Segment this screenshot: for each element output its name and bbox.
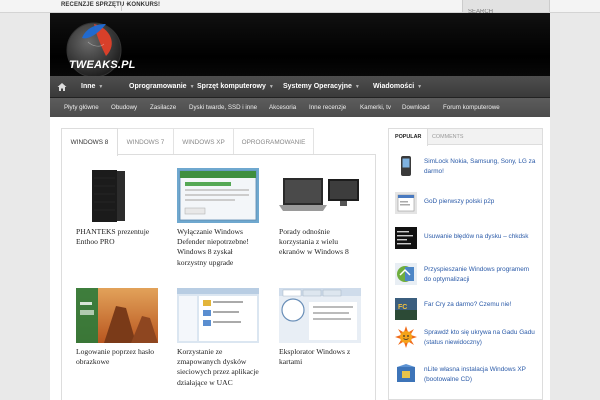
nav-item-label: Inne	[81, 83, 96, 90]
topbar-link-konkurs[interactable]: Konkurs!	[127, 2, 160, 8]
search-box	[462, 0, 550, 18]
post-item[interactable]: Logowanie poprzez hasło obrazkowe	[76, 288, 162, 367]
main-navigation: Inne ▼ Oprogramowanie ▼ Sprzęt komputerowy…	[50, 76, 550, 98]
subnav-item-forum[interactable]: Forum komputerowe	[443, 98, 500, 117]
nav-item-oprogramowanie[interactable]: Oprogramowanie ▼	[129, 76, 195, 98]
home-icon[interactable]	[57, 82, 67, 92]
tab-windows-7[interactable]: WINDOWS 7	[117, 128, 174, 155]
installer-icon	[395, 363, 417, 385]
list-item[interactable]: Sprawdź kto się ukrywa na Gadu Gadu (sta…	[395, 326, 541, 356]
post-item[interactable]: Eksplorator Windows z kartami	[279, 288, 365, 367]
nav-item-label: Systemy Operacyjne	[283, 83, 352, 90]
sidebar-item-link[interactable]: Usuwanie błędów na dysku – chkdsk	[424, 232, 536, 242]
post-title[interactable]: Porady odnośnie korzystania z wielu ekra…	[279, 227, 365, 258]
post-item[interactable]: Wyłączanie Windows Defender niepotrzebne…	[177, 168, 263, 268]
sidebar-item-link[interactable]: GoD pierwszy polski p2p	[424, 197, 536, 207]
subnav-item-dyski[interactable]: Dyski twarde, SSD i inne	[189, 98, 257, 117]
logo-text: TWEAKS.PL	[69, 59, 136, 71]
tab-popular[interactable]: POPULAR	[389, 129, 429, 146]
subnav-item-kamerki[interactable]: Kamerki, tv	[360, 98, 391, 117]
post-item[interactable]: Korzystanie ze zmapowanych dysków siecio…	[177, 288, 263, 388]
nav-item-systemy[interactable]: Systemy Operacyjne ▼	[283, 76, 360, 98]
list-item[interactable]: SimLock Nokia, Samsung, Sony, LG za darm…	[395, 155, 541, 185]
sidebar-item-link[interactable]: Przyspieszanie Windows programem do opty…	[424, 265, 536, 284]
post-item[interactable]: PHANTEKS prezentuje Enthoo PRO	[76, 168, 162, 247]
sidebar-tabs: POPULAR COMMENTS	[389, 129, 542, 146]
chevron-down-icon: ▼	[417, 84, 423, 90]
chevron-down-icon: ▼	[268, 84, 274, 90]
list-item[interactable]: GoD pierwszy polski p2p	[395, 192, 541, 222]
chevron-down-icon: ▼	[354, 84, 360, 90]
post-thumbnail[interactable]	[177, 288, 259, 343]
nav-item-sprzet[interactable]: Sprzęt komputerowy ▼	[197, 76, 274, 98]
list-item[interactable]: Przyspieszanie Windows programem do opty…	[395, 263, 541, 293]
post-thumbnail[interactable]	[76, 288, 158, 343]
sidebar-item-link[interactable]: Far Cry za darmo? Czemu nie!	[424, 300, 536, 310]
tab-windows-xp[interactable]: WINDOWS XP	[173, 128, 234, 155]
sub-navigation: Płyty główne Obudowy Zasilacze Dyski twa…	[50, 98, 550, 117]
post-title[interactable]: Wyłączanie Windows Defender niepotrzebne…	[177, 227, 263, 268]
subnav-item-akcesoria[interactable]: Akcesoria	[269, 98, 296, 117]
terminal-icon	[395, 227, 417, 249]
gadu-gadu-sun-icon	[395, 326, 417, 348]
nav-item-inne[interactable]: Inne ▼	[81, 76, 103, 98]
subnav-item-zasilacze[interactable]: Zasilacze	[150, 98, 176, 117]
subnav-item-download[interactable]: Download	[402, 98, 430, 117]
post-thumbnail[interactable]	[76, 168, 158, 223]
topbar-link-recenzje[interactable]: Recenzje sprzętu▼	[61, 2, 130, 8]
tab-comments[interactable]: COMMENTS	[426, 129, 469, 145]
phone-icon	[395, 155, 417, 177]
top-bar: Recenzje sprzętu▼ Konkurs!	[0, 0, 600, 18]
svg-text:FC: FC	[398, 304, 407, 311]
chevron-down-icon: ▼	[98, 84, 104, 90]
topbar-link-label: Recenzje sprzętu	[61, 2, 125, 8]
app-window-icon	[395, 192, 417, 214]
game-icon: FC	[395, 298, 417, 320]
subnav-item-obudowy[interactable]: Obudowy	[111, 98, 137, 117]
post-thumbnail[interactable]	[177, 168, 259, 223]
tab-windows-8[interactable]: WINDOWS 8	[61, 128, 118, 156]
post-title[interactable]: Eksplorator Windows z kartami	[279, 347, 365, 367]
post-title[interactable]: Korzystanie ze zmapowanych dysków siecio…	[177, 347, 263, 388]
subnav-item-plyty[interactable]: Płyty główne	[64, 98, 99, 117]
chevron-down-icon: ▼	[189, 84, 195, 90]
post-item[interactable]: Porady odnośnie korzystania z wielu ekra…	[279, 168, 365, 258]
nav-item-label: Wiadomości	[373, 83, 415, 90]
sidebar-item-link[interactable]: Sprawdź kto się ukrywa na Gadu Gadu (sta…	[424, 328, 536, 347]
site-logo[interactable]: TWEAKS.PL	[58, 14, 135, 76]
nav-item-label: Sprzęt komputerowy	[197, 83, 266, 90]
post-thumbnail[interactable]	[279, 168, 361, 223]
post-thumbnail[interactable]	[279, 288, 361, 343]
list-item[interactable]: Usuwanie błędów na dysku – chkdsk	[395, 227, 541, 257]
sidebar-item-link[interactable]: SimLock Nokia, Samsung, Sony, LG za darm…	[424, 157, 536, 176]
optimizer-icon	[395, 263, 417, 285]
nav-item-label: Oprogramowanie	[129, 83, 187, 90]
subnav-item-inne-recenzje[interactable]: Inne recenzje	[309, 98, 346, 117]
site-header: TWEAKS.PL	[50, 13, 550, 76]
tab-oprogramowanie[interactable]: OPROGRAMOWANIE	[233, 128, 314, 155]
post-title[interactable]: Logowanie poprzez hasło obrazkowe	[76, 347, 162, 367]
sidebar-item-link[interactable]: nLite własna instalacja Windows XP (boot…	[424, 365, 536, 384]
post-title[interactable]: PHANTEKS prezentuje Enthoo PRO	[76, 227, 162, 247]
nav-item-wiadomosci[interactable]: Wiadomości ▼	[373, 76, 422, 98]
sidebar-widget: POPULAR COMMENTS SimLock Nokia, Samsung,…	[388, 128, 543, 400]
list-item[interactable]: FC Far Cry za darmo? Czemu nie!	[395, 298, 541, 328]
list-item[interactable]: nLite własna instalacja Windows XP (boot…	[395, 363, 541, 393]
topbar-divider	[121, 2, 122, 11]
